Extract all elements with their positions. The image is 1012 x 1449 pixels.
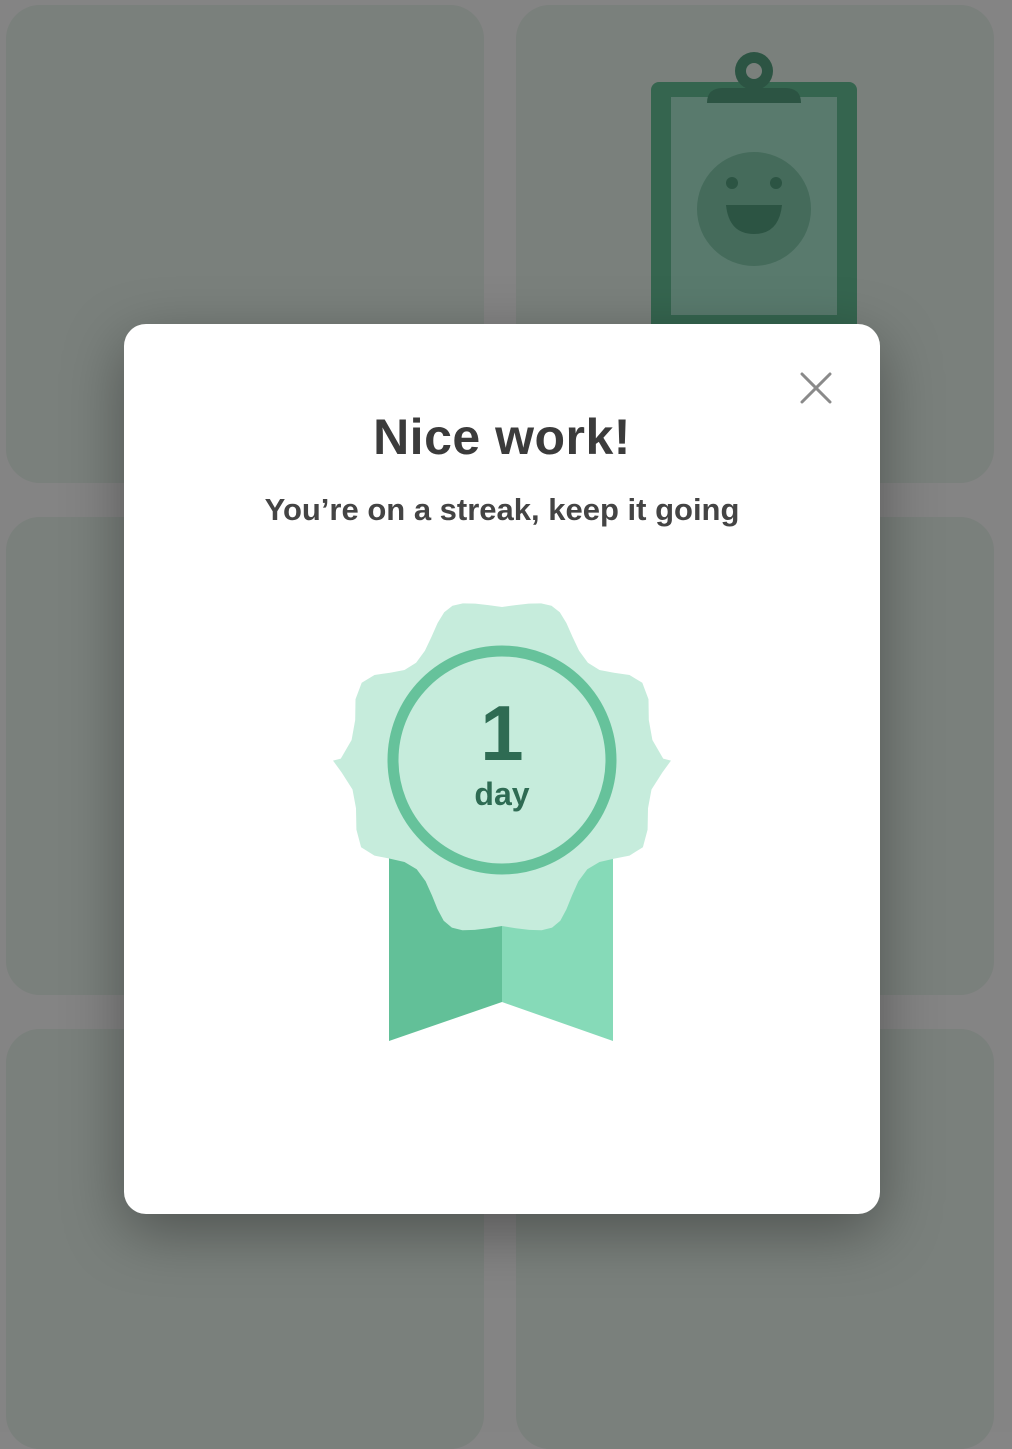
- modal-subtitle: You’re on a streak, keep it going: [264, 492, 740, 527]
- streak-unit: day: [474, 776, 530, 812]
- close-icon[interactable]: [794, 366, 838, 410]
- streak-count: 1: [480, 689, 524, 777]
- modal-title: Nice work!: [373, 409, 631, 465]
- clipboard-smiley-icon: [651, 52, 857, 338]
- streak-badge: 1 day: [332, 596, 672, 1046]
- streak-modal: Nice work! You’re on a streak, keep it g…: [124, 324, 880, 1214]
- award-ribbon-icon: [333, 603, 671, 1041]
